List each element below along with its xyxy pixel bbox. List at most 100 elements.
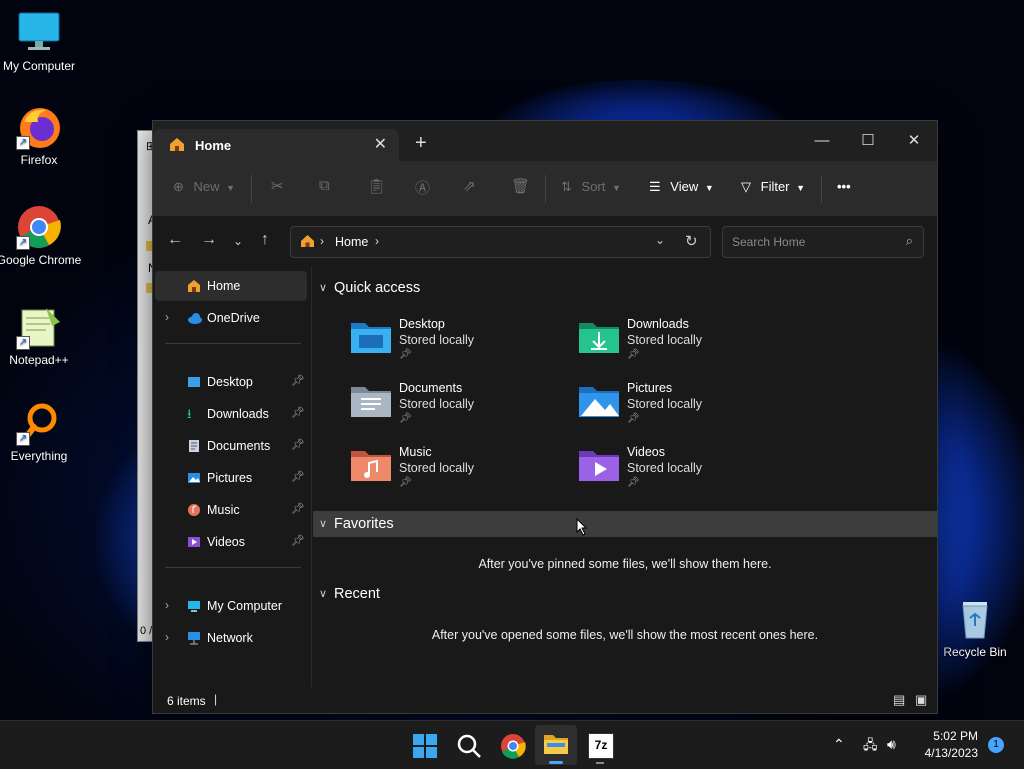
- desktop-icon-recycle-bin[interactable]: Recycle Bin: [930, 596, 1020, 659]
- pin-icon[interactable]: 📌︎: [291, 534, 305, 547]
- new-tab-button[interactable]: +: [415, 133, 427, 153]
- rename-icon[interactable]: Ⓐ: [415, 177, 430, 198]
- desktop-icon-google-chrome[interactable]: ↗ Google Chrome: [0, 204, 84, 267]
- refresh-icon[interactable]: ↻: [685, 232, 698, 250]
- minimize-button[interactable]: —: [799, 127, 845, 155]
- filter-button[interactable]: ▽ Filter ▼: [741, 179, 805, 195]
- cut-icon[interactable]: ✂: [271, 177, 284, 195]
- date: 4/13/2023: [924, 746, 978, 760]
- sort-button[interactable]: ⇅ Sort ▼: [561, 179, 621, 195]
- quick-access-music[interactable]: Music Stored locally 📌︎: [349, 443, 569, 503]
- pin-icon: 📌︎: [399, 413, 412, 424]
- address-bar[interactable]: › Home › ⌄ ↻: [290, 226, 711, 258]
- start-button[interactable]: [411, 732, 439, 760]
- copy-icon[interactable]: ⧉: [319, 177, 330, 194]
- search-icon: ⌕: [905, 233, 913, 248]
- sidebar-item-onedrive[interactable]: › OneDrive: [155, 303, 307, 333]
- back-button[interactable]: ←: [167, 231, 183, 249]
- desktop-folder-icon: [349, 319, 393, 360]
- chevron-right-icon[interactable]: ›: [165, 598, 169, 612]
- quick-access-videos[interactable]: Videos Stored locally 📌︎: [577, 443, 797, 503]
- clock[interactable]: 5:02 PM 4/13/2023: [920, 729, 978, 760]
- desktop-icon-my-computer[interactable]: My Computer: [0, 10, 84, 73]
- content-pane: ∨ Quick access Desktop Stored locally 📌︎…: [313, 267, 937, 687]
- monitor-icon: [187, 599, 201, 613]
- section-favorites[interactable]: ∨ Favorites: [313, 511, 937, 537]
- quick-access-documents[interactable]: Documents Stored locally 📌︎: [349, 379, 569, 439]
- chevron-right-icon[interactable]: ›: [165, 630, 169, 644]
- notification-badge[interactable]: 1: [988, 737, 1004, 753]
- maximize-button[interactable]: ☐: [845, 127, 891, 155]
- sidebar-item-documents[interactable]: Documents 📌︎: [155, 431, 307, 461]
- sidebar-item-my-computer[interactable]: › My Computer: [155, 591, 307, 621]
- pin-icon: 📌︎: [399, 349, 412, 360]
- quick-access-desktop[interactable]: Desktop Stored locally 📌︎: [349, 315, 569, 375]
- sidebar-item-music[interactable]: Music 📌︎: [155, 495, 307, 525]
- sidebar-item-downloads[interactable]: ⭳ Downloads 📌︎: [155, 399, 307, 429]
- chevron-down-icon: ▼: [612, 183, 621, 193]
- desktop-icon-everything[interactable]: ↗ Everything: [0, 400, 84, 463]
- sidebar-item-desktop[interactable]: Desktop 📌︎: [155, 367, 307, 397]
- sidebar-item-label: Downloads: [207, 407, 269, 421]
- desktop-icon-label: Recycle Bin: [943, 645, 1007, 659]
- sidebar-item-network[interactable]: › Network: [155, 623, 307, 653]
- breadcrumb-home[interactable]: Home: [335, 235, 368, 249]
- pin-icon[interactable]: 📌︎: [291, 374, 305, 387]
- view-button[interactable]: ☰ View ▼: [649, 179, 714, 195]
- desktop-icon-label: My Computer: [2, 59, 76, 73]
- 7zip-taskbar-icon[interactable]: 7z: [588, 733, 614, 764]
- tiles-view-icon[interactable]: ▣: [915, 692, 927, 708]
- section-title: Quick access: [334, 280, 421, 296]
- chevron-down-icon: ▼: [796, 183, 806, 193]
- pin-icon[interactable]: 📌︎: [291, 406, 305, 419]
- sidebar-item-videos[interactable]: Videos 📌︎: [155, 527, 307, 557]
- share-icon[interactable]: ⇗: [463, 177, 476, 195]
- pin-icon[interactable]: 📌︎: [291, 502, 305, 515]
- explorer-taskbar-button[interactable]: [535, 725, 577, 765]
- pin-icon[interactable]: 📌︎: [291, 438, 305, 451]
- paste-icon[interactable]: 📋︎: [367, 177, 386, 195]
- home-icon: [169, 137, 185, 157]
- breadcrumb-separator-icon[interactable]: ›: [375, 234, 379, 248]
- downloads-folder-icon: [577, 319, 621, 360]
- videos-folder-icon: [577, 447, 621, 488]
- new-button[interactable]: ⊕ New ▼: [173, 179, 235, 195]
- sidebar-item-home[interactable]: Home: [155, 271, 307, 301]
- more-options-button[interactable]: •••: [837, 179, 851, 194]
- tile-name: Pictures: [627, 381, 673, 395]
- download-arrow-icon: ⭳: [187, 406, 192, 421]
- desktop-icon-firefox[interactable]: ↗ Firefox: [0, 104, 84, 167]
- search-button[interactable]: [455, 732, 483, 760]
- close-tab-icon[interactable]: ✕: [374, 134, 387, 154]
- chevron-down-icon: ▼: [226, 183, 236, 193]
- details-view-icon[interactable]: ▤: [893, 692, 905, 708]
- network-status-icon[interactable]: 🖧︎: [863, 736, 878, 758]
- title-bar[interactable]: Home ✕ + — ☐ ✕: [153, 121, 937, 161]
- shortcut-arrow-icon: ↗: [16, 432, 30, 446]
- chevron-right-icon[interactable]: ›: [165, 310, 169, 324]
- section-recent[interactable]: ∨ Recent: [313, 581, 937, 607]
- chrome-taskbar-icon[interactable]: [499, 732, 527, 760]
- volume-icon[interactable]: 🔊︎: [887, 736, 896, 753]
- status-bar: 6 items | ▤ ▣: [153, 687, 937, 713]
- desktop-icon-label: Firefox: [20, 153, 58, 167]
- sidebar-item-label: Videos: [207, 535, 245, 549]
- desktop-icon-notepad-plus-plus[interactable]: ↗ Notepad++: [0, 304, 84, 367]
- quick-access-pictures[interactable]: Pictures Stored locally 📌︎: [577, 379, 797, 439]
- pictures-folder-icon: [577, 383, 621, 424]
- up-button[interactable]: ↑: [261, 231, 269, 249]
- chevron-up-icon[interactable]: ⌃: [833, 736, 845, 753]
- search-input[interactable]: Search Home ⌕: [722, 226, 924, 258]
- breadcrumb-separator-icon: ›: [320, 234, 324, 248]
- delete-icon[interactable]: 🗑︎: [511, 177, 530, 195]
- pin-icon[interactable]: 📌︎: [291, 470, 305, 483]
- close-window-button[interactable]: ✕: [891, 127, 937, 155]
- chevron-down-icon[interactable]: ⌄: [655, 233, 665, 247]
- recent-locations-button[interactable]: ⌄: [233, 234, 243, 248]
- sidebar-item-label: Network: [207, 631, 253, 645]
- quick-access-downloads[interactable]: Downloads Stored locally 📌︎: [577, 315, 797, 375]
- sidebar-item-pictures[interactable]: Pictures 📌︎: [155, 463, 307, 493]
- tab-home[interactable]: Home ✕: [153, 129, 399, 161]
- forward-button[interactable]: →: [201, 231, 217, 249]
- section-quick-access[interactable]: ∨ Quick access: [313, 275, 937, 301]
